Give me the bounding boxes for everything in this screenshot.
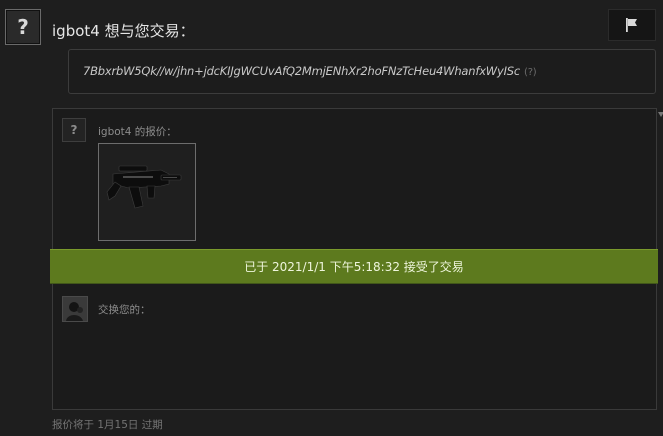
- partner-offer-label: igbot4 的报价：: [98, 126, 177, 138]
- offer-expiry-text: 报价将于 1月15日 过期: [52, 419, 163, 431]
- trade-message-bubble: 7BbxrbW5Qk//w/jhn+jdcKIJgWCUvAfQ2MmjENhX…: [68, 49, 656, 94]
- trade-message-text: 7BbxrbW5Qk//w/jhn+jdcKIJgWCUvAfQ2MmjENhX…: [83, 64, 520, 78]
- gun-item-icon: [99, 144, 195, 240]
- your-avatar[interactable]: [62, 296, 88, 322]
- trade-message: 7BbxrbW5Qk//w/jhn+jdcKIJgWCUvAfQ2MmjENhX…: [83, 64, 537, 78]
- your-offer-label: 交换您的：: [98, 304, 151, 316]
- accepted-status-text: 已于 2021/1/1 下午5:18:32 接受了交易: [244, 260, 464, 274]
- report-flag-button[interactable]: [608, 9, 656, 41]
- trade-accepted-banner: 已于 2021/1/1 下午5:18:32 接受了交易: [50, 249, 658, 284]
- trade-item-slot[interactable]: [98, 143, 196, 241]
- flag-icon: [626, 18, 637, 32]
- user-avatar-icon: [63, 297, 87, 321]
- trade-partner-avatar[interactable]: ?: [5, 9, 41, 45]
- dropdown-arrow-icon[interactable]: [658, 112, 663, 117]
- message-help-link[interactable]: (?): [524, 67, 537, 78]
- avatar-question-glyph: ?: [70, 123, 78, 137]
- offer-partner-avatar[interactable]: ?: [62, 118, 86, 142]
- avatar-question-glyph: ?: [17, 15, 29, 39]
- trade-offer-title: igbot4 想与您交易：: [52, 22, 195, 40]
